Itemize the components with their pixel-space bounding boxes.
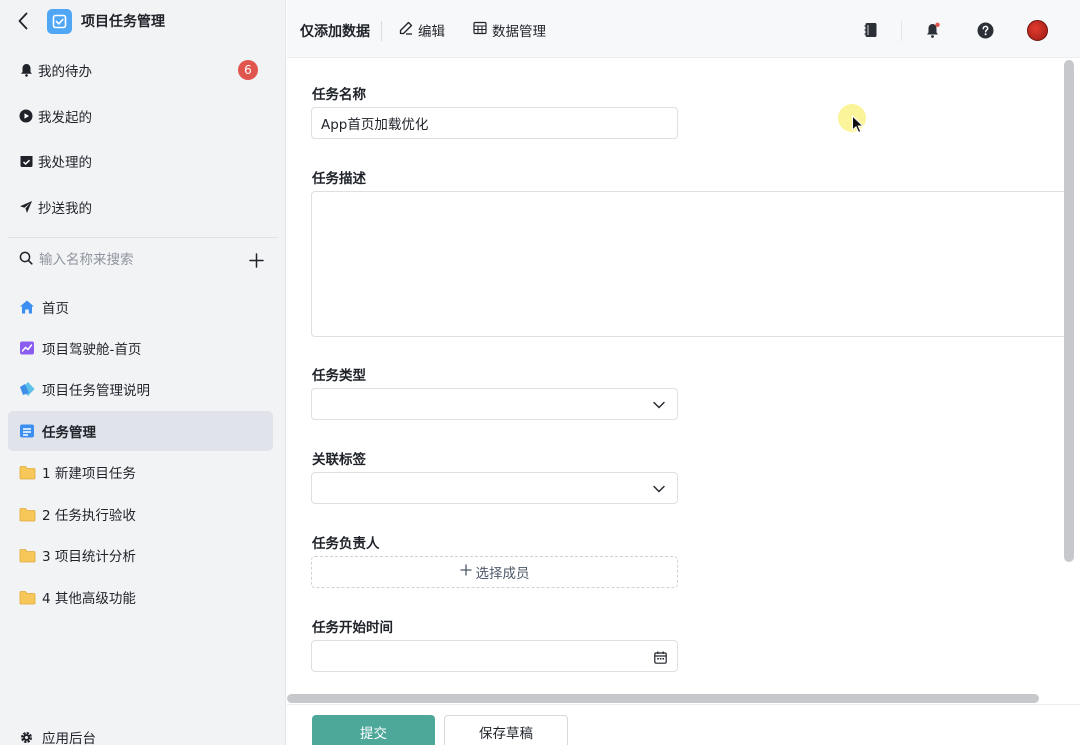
plus-icon [460, 564, 472, 580]
folder-icon [18, 463, 36, 481]
sidebar-item-folder-3[interactable]: 3 项目统计分析 [8, 535, 273, 575]
dashboard-chart-icon [18, 339, 36, 357]
folder-icon [18, 588, 36, 606]
sidebar-item-initiated[interactable]: 我发起的 [8, 98, 274, 134]
sidebar-item-label: 应用后台 [42, 731, 96, 745]
data-manage-button-label: 数据管理 [492, 24, 546, 40]
sidebar-item-folder-4[interactable]: 4 其他高级功能 [8, 577, 273, 617]
sidebar-divider [8, 237, 278, 238]
play-circle-icon [18, 108, 34, 124]
sidebar-item-cc[interactable]: 抄送我的 [8, 189, 274, 225]
vertical-scrollbar[interactable] [1064, 60, 1074, 562]
task-name-input[interactable] [311, 107, 678, 139]
toolbar-divider [381, 21, 382, 41]
task-type-label: 任务类型 [312, 368, 366, 384]
toolbar-divider [901, 21, 902, 41]
back-icon[interactable] [14, 10, 32, 32]
notification-bell-icon[interactable] [923, 20, 943, 40]
sidebar-item-label: 我处理的 [38, 155, 92, 171]
gear-icon [18, 729, 34, 745]
sidebar-item-task-manage[interactable]: 任务管理 [8, 411, 273, 451]
task-type-select[interactable] [311, 388, 678, 420]
sidebar-header: 项目任务管理 [0, 0, 286, 42]
app-title: 项目任务管理 [81, 14, 165, 30]
form-footer: 提交 保存草稿 [287, 704, 1080, 745]
paper-plane-icon [18, 199, 34, 215]
sidebar-item-label: 任务管理 [42, 425, 96, 441]
add-icon[interactable] [246, 250, 266, 270]
calendar-icon [652, 649, 668, 665]
task-name-label: 任务名称 [312, 87, 366, 103]
sidebar-item-label: 2 任务执行验收 [42, 508, 136, 524]
chevron-down-icon [651, 397, 667, 413]
task-desc-label: 任务描述 [312, 171, 366, 187]
data-manage-button[interactable]: 数据管理 [473, 18, 546, 42]
folder-icon [18, 546, 36, 564]
sidebar-item-label: 首页 [42, 301, 69, 317]
task-form: 任务名称 任务描述 任务类型 关联标签 任务负责人 选择成员 任务开始时间 [287, 58, 1067, 690]
owner-label: 任务负责人 [312, 536, 380, 552]
help-icon[interactable] [975, 20, 995, 40]
sidebar-item-app-admin[interactable]: 应用后台 [8, 725, 273, 745]
edit-button[interactable]: 编辑 [399, 18, 445, 42]
task-desc-textarea[interactable] [311, 191, 1067, 337]
sidebar-item-label: 3 项目统计分析 [42, 549, 136, 565]
select-member-label: 选择成员 [475, 566, 530, 582]
sidebar-item-label: 抄送我的 [38, 201, 92, 217]
sidebar-item-label: 1 新建项目任务 [42, 466, 136, 482]
sidebar-item-folder-1[interactable]: 1 新建项目任务 [8, 452, 273, 492]
folder-icon [18, 505, 36, 523]
todo-count-badge: 6 [238, 60, 258, 80]
sidebar-item-label: 我的待办 [38, 64, 92, 80]
page-title: 仅添加数据 [300, 24, 370, 40]
start-time-picker[interactable] [311, 640, 678, 672]
table-icon [473, 21, 487, 39]
edit-button-label: 编辑 [418, 24, 445, 40]
submit-button[interactable]: 提交 [312, 715, 435, 745]
select-member-button[interactable]: 选择成员 [311, 556, 678, 588]
mouse-cursor-icon [852, 115, 865, 134]
horizontal-scrollbar[interactable] [287, 694, 1039, 703]
tags-label: 关联标签 [312, 452, 366, 468]
save-draft-button[interactable]: 保存草稿 [444, 715, 568, 745]
pencil-icon [399, 21, 413, 39]
app-logo-icon [47, 9, 72, 34]
sidebar-item-dashboard[interactable]: 项目驾驶舱-首页 [8, 328, 273, 368]
sidebar-item-folder-2[interactable]: 2 任务执行验收 [8, 494, 273, 534]
sidebar-item-label: 项目任务管理说明 [42, 383, 150, 399]
home-icon [18, 298, 36, 316]
tags-select[interactable] [311, 472, 678, 504]
sidebar: 项目任务管理 我的待办 6 我发起的 我处理的 抄送我的 输入名称来搜索 首页 … [0, 0, 286, 745]
sidebar-item-guide[interactable]: 项目任务管理说明 [8, 369, 273, 409]
search-input[interactable] [39, 252, 239, 268]
avatar[interactable] [1027, 20, 1048, 41]
chevron-down-icon [651, 481, 667, 497]
form-icon [18, 422, 36, 440]
sidebar-item-label: 4 其他高级功能 [42, 591, 136, 607]
sidebar-item-home[interactable]: 首页 [8, 287, 273, 327]
sidebar-item-my-todo[interactable]: 我的待办 6 [8, 52, 274, 88]
sidebar-item-label: 我发起的 [38, 110, 92, 126]
help-doc-icon [18, 380, 36, 398]
top-toolbar: 仅添加数据 编辑 数据管理 [287, 0, 1080, 58]
sidebar-item-label: 项目驾驶舱-首页 [42, 342, 142, 358]
sidebar-item-handled[interactable]: 我处理的 [8, 143, 274, 179]
search-icon [19, 251, 33, 269]
start-time-label: 任务开始时间 [312, 620, 393, 636]
bell-icon [18, 62, 34, 78]
sidebar-search [8, 245, 274, 275]
inbox-check-icon [18, 153, 34, 169]
notebook-icon[interactable] [861, 20, 881, 40]
